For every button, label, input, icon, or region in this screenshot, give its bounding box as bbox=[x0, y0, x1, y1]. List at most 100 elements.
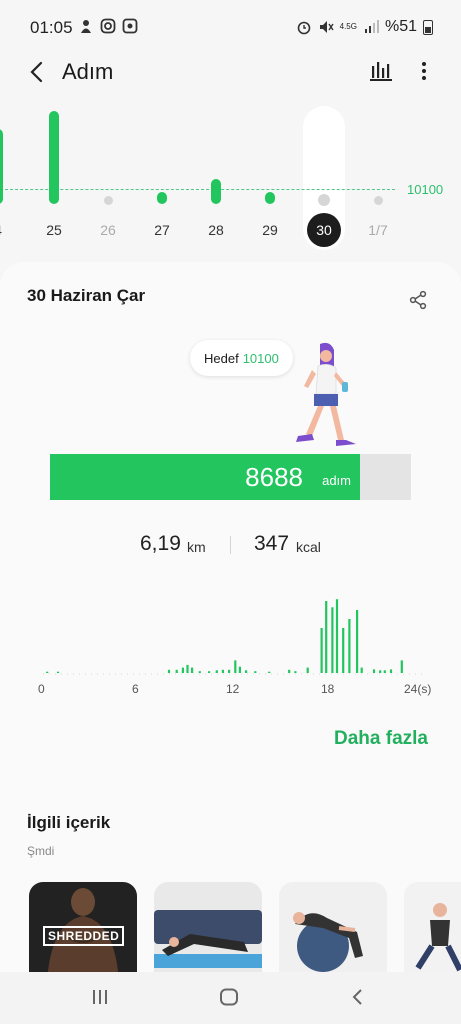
content-tile-ball-crunch[interactable] bbox=[279, 882, 387, 982]
status-notification-icons bbox=[78, 18, 138, 34]
trends-button[interactable] bbox=[368, 58, 394, 84]
day-dot-26[interactable] bbox=[103, 196, 113, 205]
more-details-link[interactable]: Daha fazla bbox=[334, 728, 428, 750]
step-count: 8688 adım bbox=[50, 454, 361, 500]
home-icon[interactable] bbox=[219, 988, 239, 1006]
goal-value: 10100 bbox=[242, 350, 279, 366]
day-dot-30[interactable] bbox=[318, 194, 330, 206]
related-content-subtitle: Şmdi bbox=[27, 844, 55, 858]
hourly-bar-16 bbox=[268, 671, 271, 673]
hourly-bar-7 bbox=[198, 671, 201, 673]
hourly-bar-8 bbox=[208, 671, 211, 673]
day-label-24[interactable]: 4 bbox=[0, 222, 18, 238]
chevron-left-icon bbox=[30, 61, 43, 83]
day-label-26[interactable]: 26 bbox=[88, 222, 128, 238]
day-label-28[interactable]: 28 bbox=[196, 222, 236, 238]
instagram-icon bbox=[100, 18, 116, 34]
related-content-list: SHREDDED bbox=[0, 882, 461, 982]
share-icon bbox=[409, 290, 427, 310]
hourly-bar-5 bbox=[186, 664, 189, 673]
goal-line bbox=[0, 189, 395, 190]
battery-icon bbox=[423, 19, 433, 35]
daily-detail-card: 30 Haziran Çar Hedef 10100 8688 adım 6,1… bbox=[0, 262, 461, 1002]
hourly-bar-31 bbox=[389, 669, 393, 673]
day-bar-27[interactable] bbox=[157, 191, 167, 204]
day-bar-28[interactable] bbox=[211, 179, 221, 204]
hourly-bar-22 bbox=[331, 607, 334, 673]
hour-tick-label: 18 bbox=[321, 682, 335, 696]
hourly-bar-10 bbox=[221, 669, 224, 673]
hourly-bar-9 bbox=[215, 670, 218, 673]
distance-value: 6,19 bbox=[140, 532, 181, 555]
day-bar-25[interactable] bbox=[49, 110, 59, 204]
page-title: Adım bbox=[62, 59, 114, 84]
battery-percent: %51 bbox=[384, 18, 417, 35]
goal-text: Hedef bbox=[204, 350, 239, 366]
day-label-30[interactable]: 30 bbox=[307, 213, 341, 247]
woman-exercise-image bbox=[415, 903, 461, 972]
ball-crunch-image bbox=[293, 912, 363, 972]
hourly-bar-19 bbox=[306, 667, 309, 673]
hourly-bar-4 bbox=[181, 667, 184, 673]
alarm-icon bbox=[297, 21, 310, 35]
hourly-bar-17 bbox=[288, 669, 291, 673]
hour-tick-label: 6 bbox=[132, 682, 139, 696]
stats-divider bbox=[230, 536, 231, 554]
content-tile-exercise[interactable] bbox=[404, 882, 461, 982]
hourly-bar-20 bbox=[320, 628, 323, 673]
content-tile-shredded[interactable]: SHREDDED bbox=[29, 882, 137, 982]
system-navigation-bar bbox=[0, 972, 461, 1024]
goal-bubble: Hedef 10100 bbox=[190, 340, 293, 376]
hour-tick-label: 12 bbox=[226, 682, 240, 696]
hourly-bar-1 bbox=[56, 671, 60, 673]
more-vertical-icon bbox=[422, 62, 426, 80]
hourly-bar-27 bbox=[360, 667, 363, 673]
status-bar: 01:05 4.5G %51 bbox=[0, 0, 461, 52]
hourly-bar-2 bbox=[167, 669, 171, 673]
selected-date: 30 Haziran Çar bbox=[27, 286, 146, 305]
signal-icon bbox=[364, 20, 379, 33]
back-button[interactable] bbox=[22, 56, 50, 88]
bar-chart-icon bbox=[370, 62, 392, 81]
day-label-25[interactable]: 25 bbox=[34, 222, 74, 238]
teams-icon bbox=[81, 20, 91, 33]
hourly-bar-21 bbox=[325, 601, 328, 673]
hourly-bar-6 bbox=[191, 667, 194, 673]
status-time: 01:05 bbox=[30, 18, 73, 37]
hourly-bar-26 bbox=[356, 610, 359, 673]
hourly-bar-23 bbox=[335, 599, 339, 673]
gallery-icon bbox=[122, 18, 138, 34]
recent-apps-icon[interactable] bbox=[91, 988, 109, 1006]
daily-stats: 6,19 km 347 kcal bbox=[0, 532, 461, 562]
calories-unit: kcal bbox=[296, 539, 321, 555]
content-tile-plank[interactable] bbox=[154, 882, 262, 982]
hourly-bar-12 bbox=[234, 660, 237, 673]
hourly-bar-29 bbox=[379, 670, 382, 673]
hourly-bar-25 bbox=[348, 619, 351, 673]
day-dot-1/7[interactable] bbox=[373, 196, 383, 205]
share-button[interactable] bbox=[408, 290, 428, 310]
hourly-bar-28 bbox=[372, 669, 376, 673]
hourly-bar-24 bbox=[342, 628, 345, 673]
more-options-button[interactable] bbox=[414, 58, 434, 84]
day-bar-24[interactable] bbox=[0, 129, 3, 204]
calories-value: 347 bbox=[254, 532, 290, 555]
walking-person-illustration bbox=[296, 342, 356, 446]
status-system-icons: 4.5G %51 bbox=[296, 18, 433, 36]
mute-icon bbox=[319, 21, 334, 33]
distance-unit: km bbox=[187, 539, 206, 555]
hourly-bar-11 bbox=[228, 669, 231, 673]
step-count-value: 8688 bbox=[245, 462, 303, 492]
related-content-title: İlgili içerik bbox=[27, 813, 111, 832]
hourly-bar-32 bbox=[400, 660, 403, 673]
day-label-1/7[interactable]: 1/7 bbox=[358, 222, 398, 238]
shredded-label: SHREDDED bbox=[43, 926, 125, 946]
hour-tick-label: 24(s) bbox=[404, 682, 432, 696]
day-bar-29[interactable] bbox=[265, 191, 275, 204]
day-label-29[interactable]: 29 bbox=[250, 222, 290, 238]
back-icon[interactable] bbox=[350, 988, 364, 1006]
hourly-bar-13 bbox=[238, 666, 241, 673]
hour-tick-label: 0 bbox=[38, 682, 45, 696]
day-label-27[interactable]: 27 bbox=[142, 222, 182, 238]
hourly-bar-15 bbox=[254, 671, 257, 673]
